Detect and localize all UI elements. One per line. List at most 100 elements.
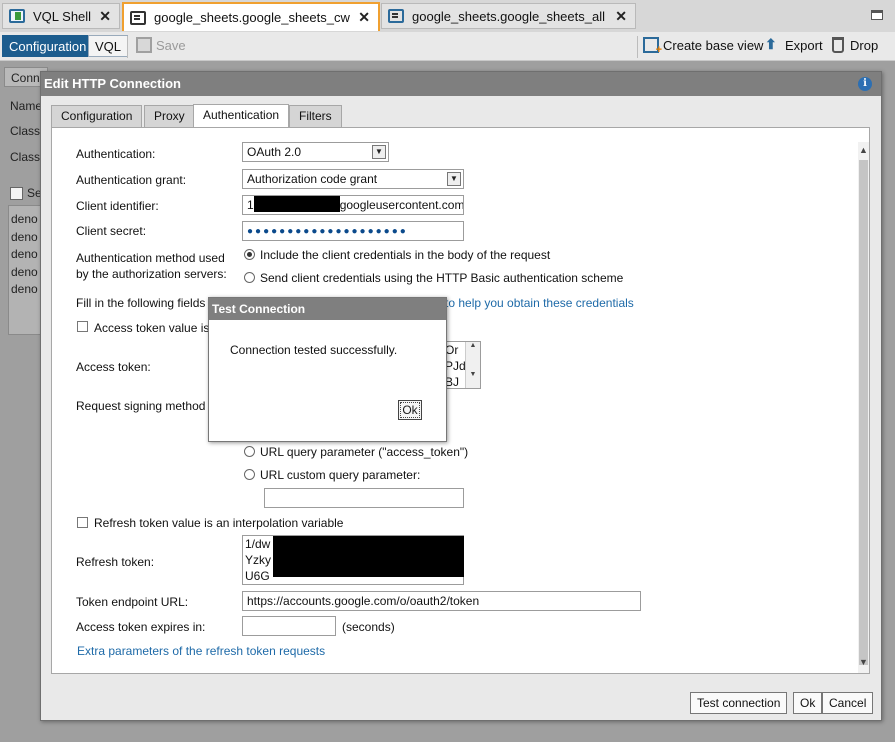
export-icon: ⬆ xyxy=(765,36,777,52)
access-token-label: Access token: xyxy=(76,360,151,374)
create-view-icon: + xyxy=(643,37,662,56)
scroll-up-icon[interactable]: ▲ xyxy=(466,342,480,349)
refresh-token-label: Refresh token: xyxy=(76,555,155,569)
test-connection-button[interactable]: Test connection xyxy=(690,692,788,714)
tab-authentication[interactable]: Authentication xyxy=(193,104,290,127)
tab-vql[interactable]: VQL xyxy=(88,35,129,57)
radio-basic-auth[interactable] xyxy=(244,272,255,283)
tab-label: VQL Shell xyxy=(33,8,92,24)
authentication-label: Authentication: xyxy=(76,147,156,161)
chevron-down-icon: ▼ xyxy=(447,172,461,186)
expires-unit: (seconds) xyxy=(342,620,395,634)
close-icon[interactable]: ✕ xyxy=(358,9,370,26)
popup-title: Test Connection xyxy=(209,298,446,320)
refresh-interp-label: Refresh token value is an interpolation … xyxy=(94,516,344,530)
tab-proxy[interactable]: Proxy xyxy=(144,105,195,127)
toolbar-divider xyxy=(127,36,128,58)
list-item: deno xyxy=(11,230,38,244)
client-id-label: Client identifier: xyxy=(76,199,159,213)
close-icon[interactable]: ✕ xyxy=(99,8,111,25)
dialog-title: Edit HTTP Connection xyxy=(41,72,881,96)
grant-value: Authorization code grant xyxy=(247,172,378,186)
tab-google-sheets-cw[interactable]: google_sheets.google_sheets_cw ✕ xyxy=(122,2,380,31)
test-connection-popup: Test Connection Connection tested succes… xyxy=(208,297,447,442)
drop-label: Drop xyxy=(850,37,879,53)
maximize-icon[interactable] xyxy=(871,10,883,20)
radio-label: URL custom query parameter: xyxy=(260,468,421,482)
list-item: deno xyxy=(11,247,38,261)
background-label: Name xyxy=(10,99,43,113)
cancel-button[interactable]: Cancel xyxy=(822,692,874,714)
tab-google-sheets-all[interactable]: google_sheets.google_sheets_all ✕ xyxy=(381,3,636,29)
list-item: deno xyxy=(11,265,38,279)
close-icon[interactable]: ✕ xyxy=(615,8,627,25)
client-id-suffix: googleusercontent.com xyxy=(339,198,464,212)
access-token-interp-checkbox[interactable] xyxy=(77,321,88,332)
background-label: Class xyxy=(10,150,41,164)
tab-label: google_sheets.google_sheets_all xyxy=(412,8,605,24)
authentication-value: OAuth 2.0 xyxy=(247,145,302,159)
create-base-view-label: Create base view xyxy=(663,37,764,53)
save-label: Save xyxy=(156,37,186,53)
chevron-down-icon: ▼ xyxy=(372,145,386,159)
background-label: Class xyxy=(10,124,41,138)
client-id-input[interactable]: 1 googleusercontent.com xyxy=(242,195,464,215)
radio-custom-parameter[interactable] xyxy=(244,469,255,480)
client-secret-input[interactable]: ●●●●●●●●●●●●●●●●●●●● xyxy=(242,221,464,241)
save-button[interactable]: Save xyxy=(136,37,186,53)
authentication-panel: ▲ ▼ Authentication: OAuth 2.0 ▼ Authenti… xyxy=(51,127,870,674)
ok-button[interactable]: Ok xyxy=(793,692,823,714)
scroll-down-icon[interactable]: ▼ xyxy=(466,371,480,378)
tab-vql-shell[interactable]: VQL Shell ✕ xyxy=(2,3,120,29)
radio-body-credentials[interactable] xyxy=(244,249,255,260)
export-button[interactable]: ⬆ Export xyxy=(765,37,823,53)
edit-http-connection-dialog: Edit HTTP Connection i Configuration Pro… xyxy=(40,71,882,721)
trash-icon xyxy=(832,37,844,53)
access-token-interp-label: Access token value is xyxy=(94,321,210,335)
client-id-prefix: 1 xyxy=(247,198,254,212)
expires-input[interactable] xyxy=(242,616,336,636)
popup-ok-button[interactable]: Ok xyxy=(398,400,422,420)
custom-parameter-input[interactable] xyxy=(264,488,464,508)
drop-button[interactable]: Drop xyxy=(832,37,878,53)
client-secret-label: Client secret: xyxy=(76,224,147,238)
auth-method-label: Authentication method used xyxy=(76,251,225,265)
view-icon xyxy=(388,9,404,23)
background-checkbox xyxy=(10,187,23,200)
vql-shell-icon xyxy=(9,9,25,23)
secret-mask: ●●●●●●●●●●●●●●●●●●●● xyxy=(247,226,408,237)
export-label: Export xyxy=(785,37,823,53)
authentication-select[interactable]: OAuth 2.0 ▼ xyxy=(242,142,389,162)
tab-filters[interactable]: Filters xyxy=(289,105,342,127)
popup-message: Connection tested successfully. xyxy=(230,343,398,357)
radio-label: Send client credentials using the HTTP B… xyxy=(260,271,624,285)
scroll-up-icon[interactable]: ▲ xyxy=(859,145,868,155)
radio-query-parameter[interactable] xyxy=(244,446,255,457)
grant-label: Authentication grant: xyxy=(76,173,187,187)
request-signing-label: Request signing method xyxy=(76,399,206,413)
refresh-interp-checkbox[interactable] xyxy=(77,517,88,528)
grant-select[interactable]: Authorization code grant ▼ xyxy=(242,169,464,189)
extra-parameters-link[interactable]: Extra parameters of the refresh token re… xyxy=(77,644,325,658)
tab-configuration[interactable]: Configuration xyxy=(51,105,143,127)
token-endpoint-input[interactable]: https://accounts.google.com/o/oauth2/tok… xyxy=(242,591,641,611)
scroll-down-icon[interactable]: ▼ xyxy=(859,657,868,667)
credentials-wizard-link[interactable]: to help you obtain these credentials xyxy=(445,296,634,310)
fill-fields-text: Fill in the following fields xyxy=(76,296,206,310)
scrollbar-thumb[interactable] xyxy=(859,160,868,665)
redaction xyxy=(253,196,340,212)
token-endpoint-label: Token endpoint URL: xyxy=(76,595,189,609)
radio-label: URL query parameter ("access_token") xyxy=(260,445,469,459)
create-base-view-button[interactable]: + Create base view xyxy=(643,37,764,56)
textarea-scrollbar[interactable]: ▲ ▼ xyxy=(465,342,480,388)
info-icon[interactable]: i xyxy=(858,77,872,91)
redaction xyxy=(273,536,464,577)
tab-configuration[interactable]: Configuration xyxy=(2,35,94,57)
expires-label: Access token expires in: xyxy=(76,620,206,634)
tab-label: google_sheets.google_sheets_cw xyxy=(154,10,350,25)
list-item: deno xyxy=(11,212,38,226)
view-icon xyxy=(130,10,146,25)
auth-method-label: by the authorization servers: xyxy=(76,267,227,281)
toolbar-divider xyxy=(637,36,638,58)
radio-label: Include the client credentials in the bo… xyxy=(260,248,551,262)
